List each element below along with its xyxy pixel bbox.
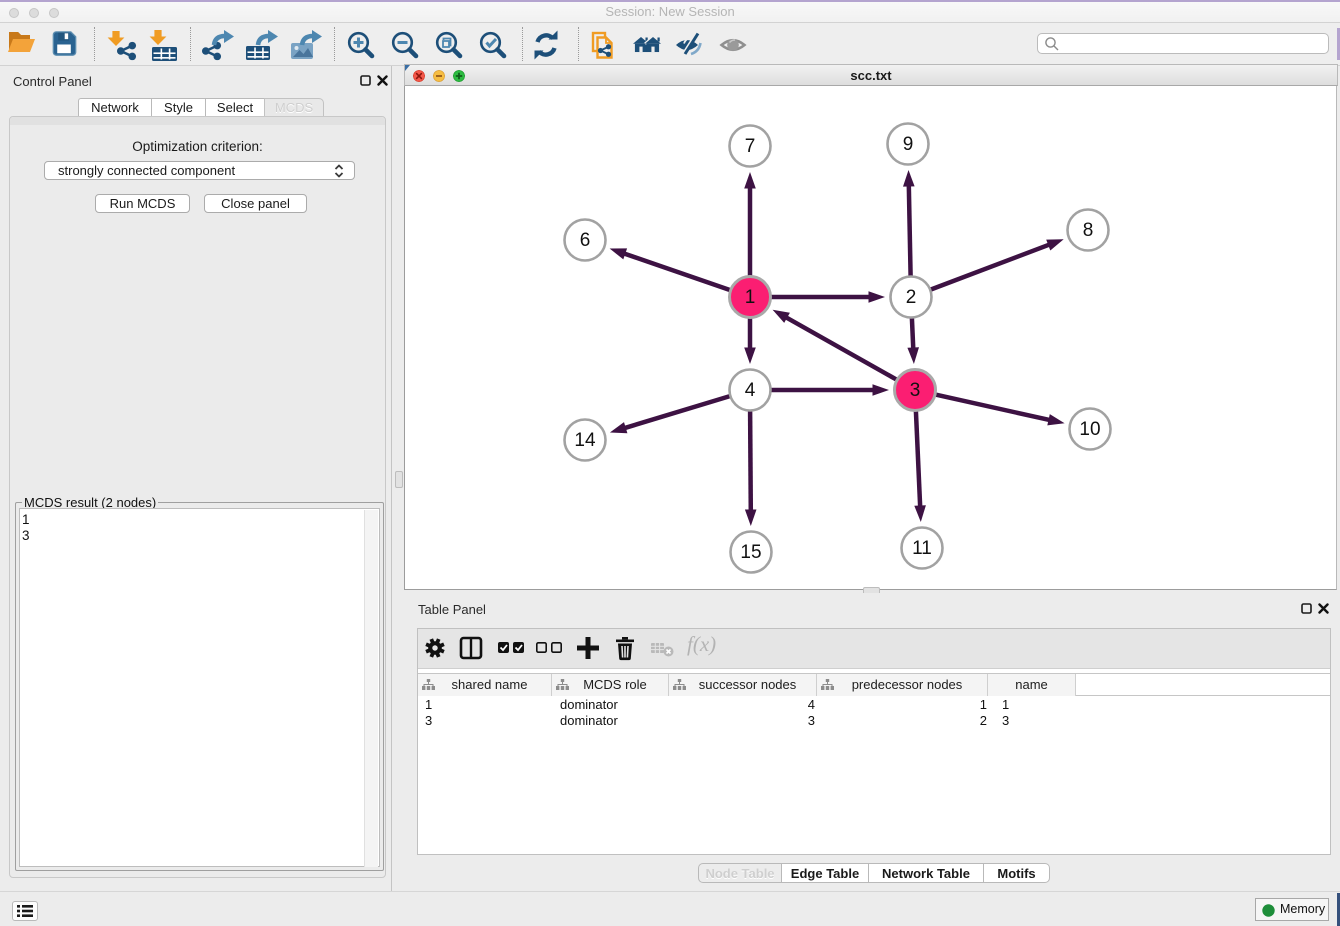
svg-text:11: 11: [912, 538, 932, 559]
svg-text:8: 8: [1083, 220, 1094, 241]
svg-text:10: 10: [1079, 419, 1100, 440]
svg-text:3: 3: [910, 380, 921, 401]
svg-text:1: 1: [745, 287, 756, 308]
svg-text:7: 7: [745, 136, 756, 157]
svg-text:4: 4: [745, 380, 756, 401]
svg-text:15: 15: [740, 542, 761, 563]
svg-text:9: 9: [903, 134, 914, 155]
svg-text:14: 14: [574, 430, 596, 451]
svg-text:2: 2: [906, 287, 917, 308]
svg-text:6: 6: [580, 230, 591, 251]
